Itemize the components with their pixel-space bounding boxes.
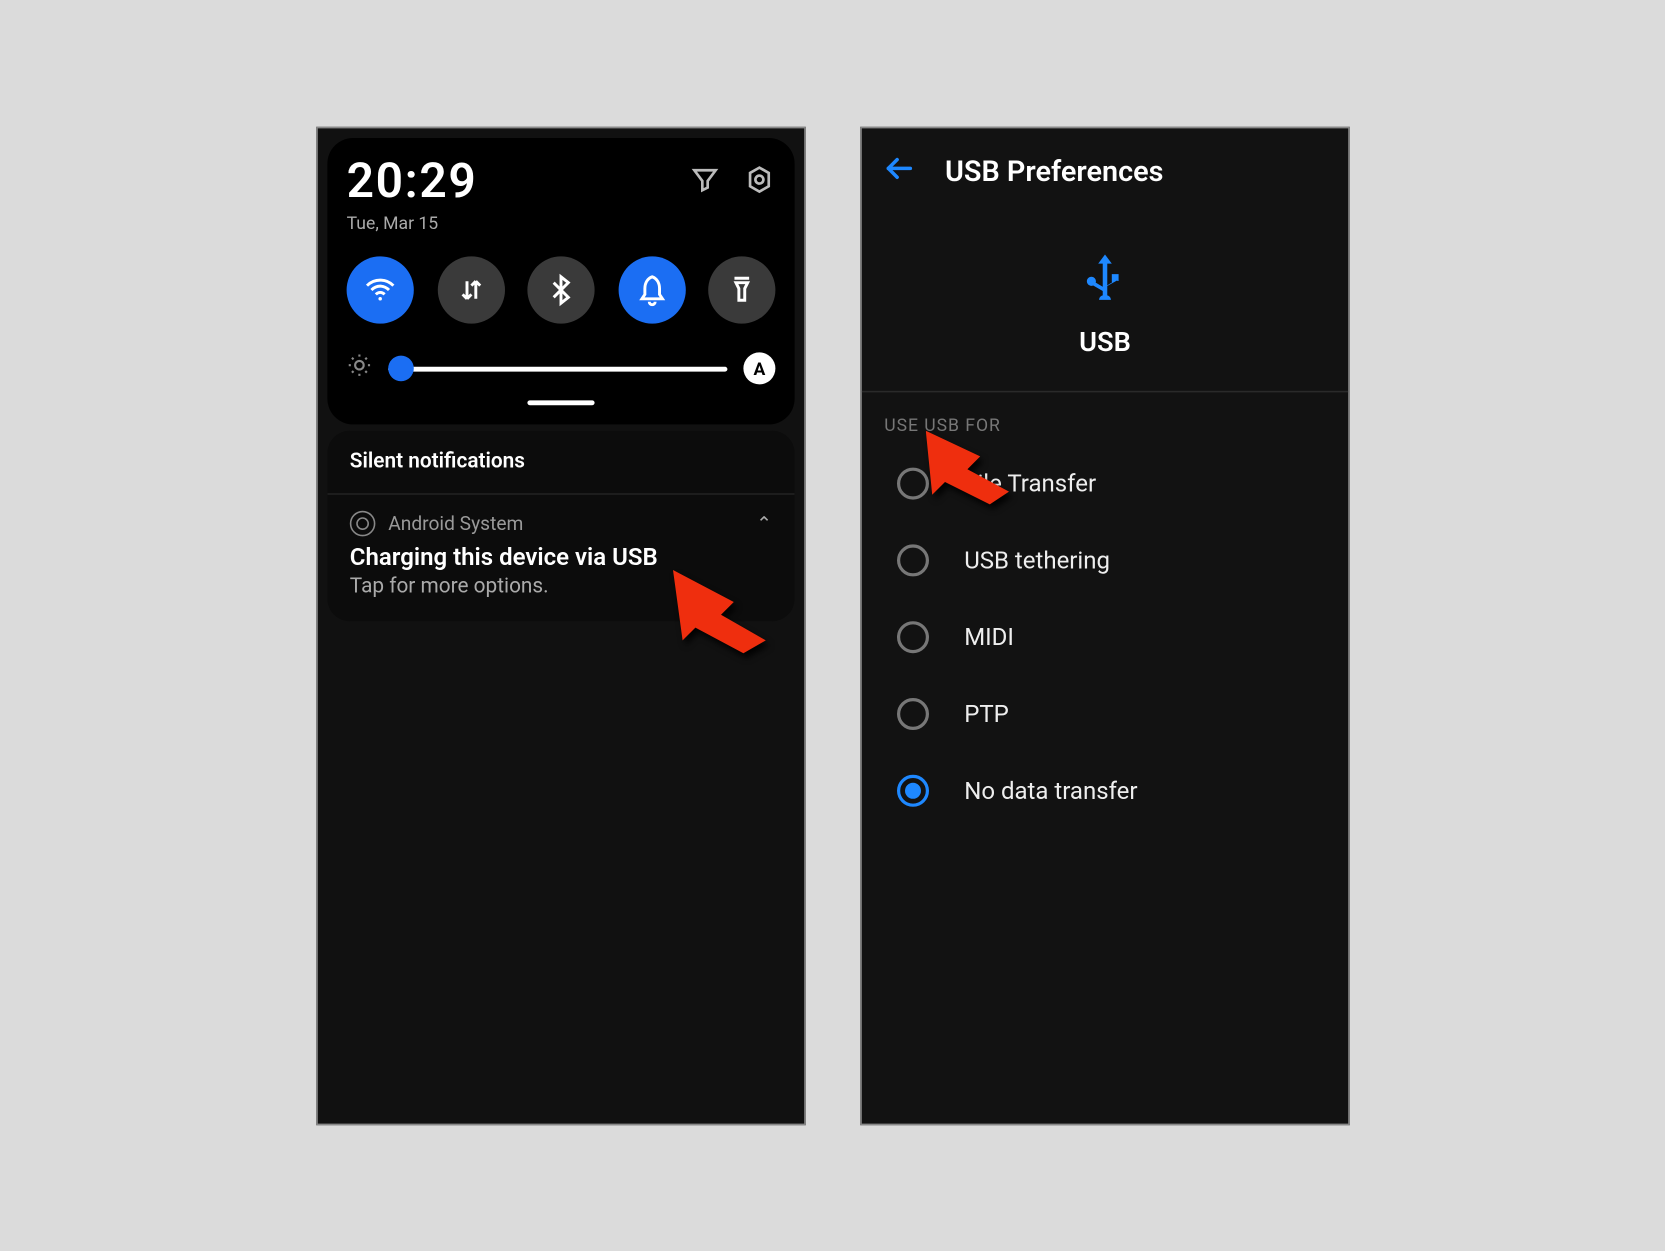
- filter-icon[interactable]: [689, 163, 721, 201]
- gear-icon[interactable]: [743, 163, 775, 201]
- radio-icon[interactable]: [897, 467, 929, 499]
- usb-option-usb-tethering[interactable]: USB tethering: [874, 522, 1335, 599]
- section-label: USE USB FOR: [861, 392, 1347, 445]
- notification-shade-screenshot: 20:29 Tue, Mar 15: [316, 126, 806, 1124]
- radio-label: PTP: [964, 699, 1009, 728]
- shade-drag-handle[interactable]: [527, 400, 594, 405]
- usb-option-ptp[interactable]: PTP: [874, 675, 1335, 752]
- back-arrow-icon[interactable]: [881, 150, 916, 192]
- radio-icon[interactable]: [897, 621, 929, 653]
- chevron-up-icon[interactable]: ⌃: [756, 512, 772, 534]
- qs-flashlight[interactable]: [708, 256, 775, 323]
- qs-mobile-data[interactable]: [437, 256, 504, 323]
- page-title: USB Preferences: [945, 154, 1163, 188]
- qs-bluetooth[interactable]: [527, 256, 594, 323]
- radio-label: MIDI: [964, 622, 1014, 651]
- background-blur: [317, 608, 803, 1123]
- usb-icon: [1077, 280, 1131, 310]
- quick-settings-tiles: [346, 256, 775, 323]
- usb-preferences-screen: USB Preferences USB USE USB FOR File Tra…: [860, 126, 1350, 1124]
- qs-dnd[interactable]: [617, 256, 684, 323]
- radio-icon[interactable]: [897, 544, 929, 576]
- usb-hero: USB: [861, 214, 1347, 392]
- silent-notifications-header: Silent notifications: [327, 430, 794, 494]
- brightness-thumb[interactable]: [388, 355, 414, 381]
- qs-wifi[interactable]: [346, 256, 413, 323]
- usb-option-midi[interactable]: MIDI: [874, 598, 1335, 675]
- android-system-icon: [349, 510, 375, 536]
- notification-title: Charging this device via USB: [349, 542, 771, 571]
- brightness-icon: [346, 352, 372, 384]
- clock: 20:29: [346, 153, 477, 209]
- brightness-track[interactable]: [388, 366, 727, 371]
- radio-icon[interactable]: [897, 698, 929, 730]
- date: Tue, Mar 15: [346, 213, 477, 234]
- usb-option-file-transfer[interactable]: File Transfer: [874, 445, 1335, 522]
- notification-app-name: Android System: [388, 512, 523, 534]
- quick-settings-panel: 20:29 Tue, Mar 15: [327, 137, 794, 423]
- radio-label: USB tethering: [964, 546, 1110, 575]
- radio-icon[interactable]: [897, 774, 929, 806]
- usb-option-no-data-transfer[interactable]: No data transfer: [874, 752, 1335, 829]
- notification-item[interactable]: Android System ⌃ Charging this device vi…: [327, 494, 794, 620]
- radio-label: No data transfer: [964, 776, 1137, 805]
- notification-subtitle: Tap for more options.: [349, 574, 771, 598]
- radio-label: File Transfer: [964, 469, 1096, 498]
- silent-notifications-card: Silent notifications Android System ⌃ Ch…: [327, 430, 794, 620]
- usb-mode-options: File Transfer USB tethering MIDI PTP No data…: [861, 445, 1347, 829]
- auto-brightness-toggle[interactable]: A: [743, 352, 775, 384]
- usb-hero-label: USB: [861, 326, 1347, 358]
- brightness-slider[interactable]: A: [346, 352, 775, 384]
- app-bar: USB Preferences: [861, 128, 1347, 214]
